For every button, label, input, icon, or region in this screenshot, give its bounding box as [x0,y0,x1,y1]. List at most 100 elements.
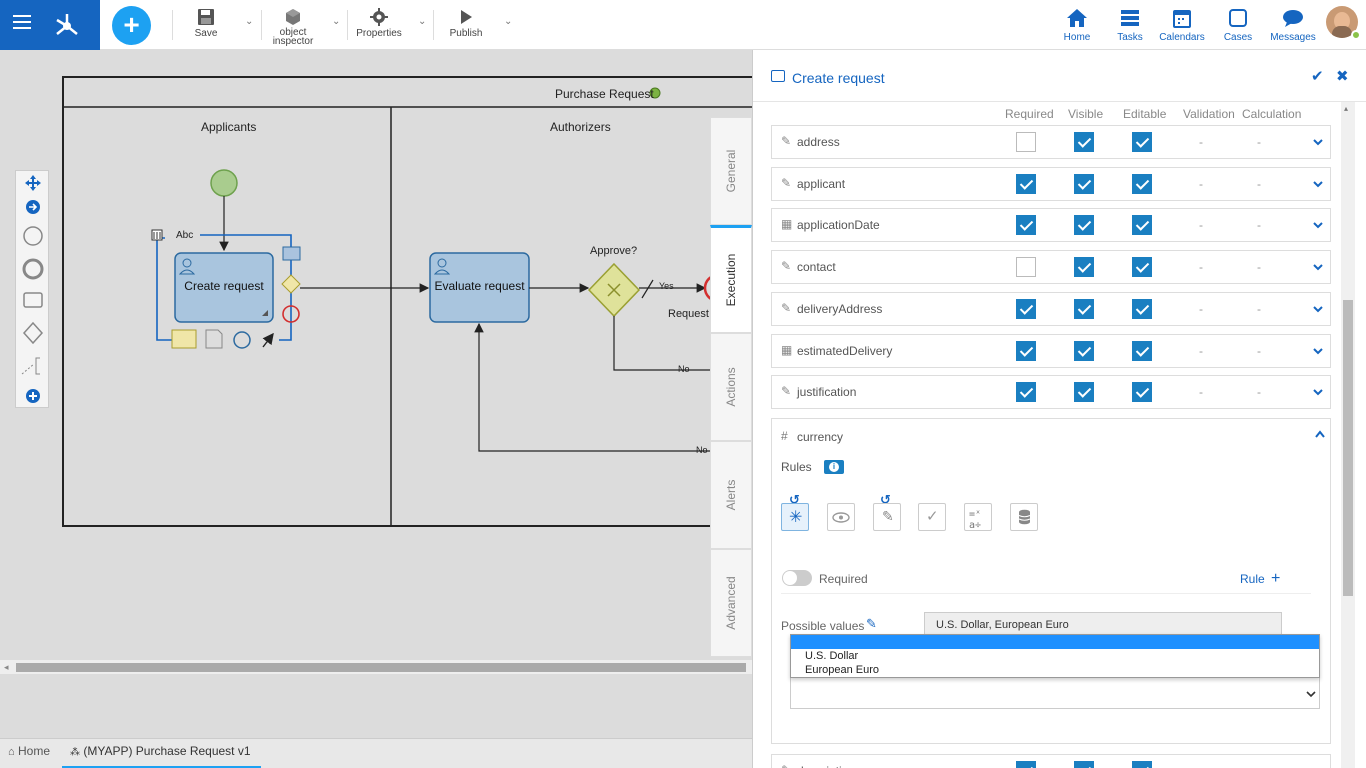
rule-validation-button[interactable]: ✓ [918,503,946,531]
field-row[interactable]: ✎ contact - - [771,250,1331,284]
nav-messages[interactable]: Messages [1270,8,1316,43]
editable-checkbox[interactable] [1132,299,1152,319]
visible-checkbox[interactable] [1074,299,1094,319]
start-event[interactable] [210,169,238,197]
rule-required-button[interactable]: ✳ [781,503,809,531]
rule-editable-button[interactable]: ✎ [873,503,901,531]
required-checkbox[interactable] [1016,382,1036,402]
diagram-canvas[interactable]: Purchase Request Applicants Authorizers … [0,50,752,738]
nav-tasks[interactable]: Tasks [1114,8,1146,43]
publish-dropdown-chevron-icon[interactable]: ⌄ [504,16,512,27]
field-row[interactable]: ▦ estimatedDelivery - - [771,334,1331,368]
editable-checkbox[interactable] [1132,215,1152,235]
field-row[interactable]: ✎ applicant - - [771,167,1331,201]
field-row[interactable]: ✎ address - - [771,125,1331,159]
add-rule-button[interactable]: Rule + [1240,570,1280,588]
editable-checkbox[interactable] [1132,257,1152,277]
rule-data-button[interactable] [1010,503,1038,531]
inspector-dropdown-chevron-icon[interactable]: ⌄ [332,16,340,27]
calculation-value: - [1257,385,1261,399]
save-button[interactable]: Save [190,8,222,39]
panel-vertical-scrollbar[interactable]: ▴ [1341,102,1355,768]
object-inspector-button[interactable]: object inspector [270,8,316,47]
nav-home[interactable]: Home [1060,8,1094,43]
chevron-down-icon[interactable] [1313,179,1323,189]
rule-visible-button[interactable] [827,503,855,531]
attached-gateway-shortcut[interactable] [281,274,301,294]
visible-checkbox[interactable] [1074,174,1094,194]
horizontal-scrollbar-thumb[interactable] [16,663,746,672]
required-checkbox[interactable] [1016,132,1036,152]
properties-panel: Create request ✔ ✖ Required Visible Edit… [752,50,1366,768]
tab-alerts[interactable]: Alerts [710,441,752,549]
visible-checkbox[interactable] [1074,341,1094,361]
close-icon[interactable]: ✖ [1336,67,1349,85]
nav-calendars[interactable]: Calendars [1157,8,1207,43]
attached-subprocess-shortcut[interactable] [282,246,301,261]
scroll-up-icon[interactable]: ▴ [1344,104,1348,113]
chevron-down-icon[interactable] [1313,137,1323,147]
chevron-down-icon[interactable] [1313,346,1323,356]
required-checkbox[interactable] [1016,174,1036,194]
panel-vertical-scrollbar-thumb[interactable] [1343,300,1353,596]
editable-checkbox[interactable] [1132,132,1152,152]
horizontal-scrollbar[interactable]: ◂ [0,660,752,674]
visible-checkbox[interactable] [1074,132,1094,152]
bottom-tab-home[interactable]: ⌂ Home [8,739,50,768]
attached-connector-shortcut[interactable] [262,332,274,348]
delete-shape-icon[interactable] [151,229,163,241]
properties-dropdown-chevron-icon[interactable]: ⌄ [418,16,426,27]
editable-checkbox[interactable] [1132,761,1152,768]
editable-checkbox[interactable] [1132,382,1152,402]
add-button[interactable]: + [112,6,151,45]
chevron-down-icon[interactable] [1313,304,1323,314]
confirm-icon[interactable]: ✔ [1311,67,1324,85]
chevron-up-icon[interactable] [1315,430,1325,438]
required-checkbox[interactable] [1016,341,1036,361]
required-toggle[interactable] [782,570,812,586]
dropdown-option-usd[interactable]: U.S. Dollar [791,649,1319,663]
possible-values-dropdown-list[interactable]: U.S. Dollar European Euro [790,634,1320,678]
field-row[interactable]: ✎ deliveryAddress - - [771,292,1331,326]
attached-intermediate-event-shortcut[interactable] [233,331,251,349]
field-row[interactable]: ✎ justification - - [771,375,1331,409]
save-dropdown-chevron-icon[interactable]: ⌄ [245,16,253,27]
attached-annotation-shortcut[interactable] [171,329,197,349]
tab-general[interactable]: General [710,117,752,225]
info-icon[interactable]: i [824,460,844,474]
tab-execution[interactable]: Execution [710,225,752,333]
publish-button[interactable]: Publish [448,8,484,39]
required-checkbox[interactable] [1016,257,1036,277]
attached-document-shortcut[interactable] [205,329,223,349]
bottom-tab-process[interactable]: ⁂ (MYAPP) Purchase Request v1 ✖ [62,739,261,768]
dropdown-option-empty[interactable] [791,635,1319,649]
gateway-label: Approve? [590,245,638,257]
default-value-select[interactable] [790,677,1320,709]
field-row[interactable]: ▦ applicationDate - - [771,208,1331,242]
editable-checkbox[interactable] [1132,341,1152,361]
required-checkbox[interactable] [1016,215,1036,235]
visible-checkbox[interactable] [1074,761,1094,768]
visible-checkbox[interactable] [1074,257,1094,277]
visible-checkbox[interactable] [1074,382,1094,402]
required-checkbox[interactable] [1016,299,1036,319]
text-annotation[interactable]: Abc [176,230,193,241]
tab-advanced[interactable]: Advanced [710,549,752,657]
scroll-left-icon[interactable]: ◂ [4,662,9,673]
rule-calculation-button[interactable]: =ˣ a÷ [964,503,992,531]
properties-button[interactable]: Properties [354,8,404,39]
chevron-down-icon[interactable] [1313,387,1323,397]
nav-home-label: Home [1063,32,1091,43]
required-checkbox[interactable] [1016,761,1036,768]
chevron-down-icon[interactable] [1313,262,1323,272]
tab-actions[interactable]: Actions [710,333,752,441]
editable-checkbox[interactable] [1132,174,1152,194]
dropdown-option-eur[interactable]: European Euro [791,663,1319,677]
chevron-down-icon[interactable] [1313,220,1323,230]
visible-checkbox[interactable] [1074,215,1094,235]
field-row[interactable]: ✎ description - - [771,754,1331,768]
main-menu-button[interactable] [0,0,100,50]
edit-possible-values-icon[interactable]: ✎ [866,616,877,632]
nav-cases[interactable]: Cases [1221,8,1255,43]
field-name: estimatedDelivery [797,344,893,358]
